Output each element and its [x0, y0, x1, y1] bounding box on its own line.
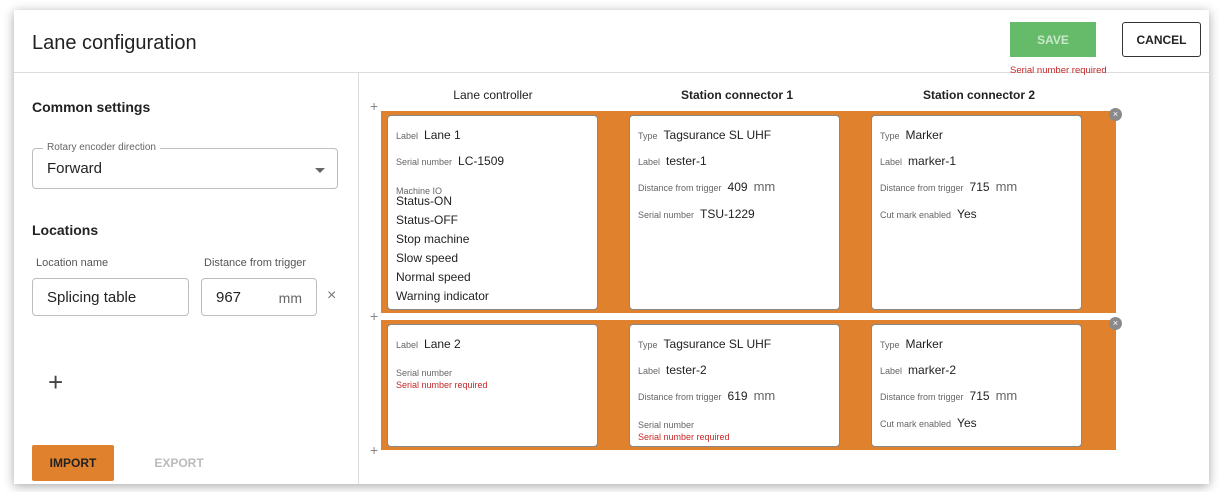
distance-caption: Distance from trigger — [880, 392, 964, 402]
type-caption: Type — [880, 340, 900, 350]
chevron-down-icon — [315, 168, 325, 173]
lane-row: Label Lane 1 Serial number LC-1509 Machine… — [381, 111, 1116, 313]
dialog-header: Lane configuration SAVE Serial number re… — [14, 10, 1209, 76]
serial-caption: Serial number — [638, 210, 695, 220]
machine-io-item: Stop machine — [396, 232, 470, 246]
label-caption: Label — [880, 366, 903, 376]
encoder-direction-value: Forward — [47, 160, 103, 177]
add-lane-above-icon[interactable]: + — [370, 98, 378, 114]
cut-mark-value: Yes — [957, 416, 977, 430]
distance-unit: mm — [753, 388, 776, 403]
station-distance: 715 — [969, 389, 990, 403]
machine-io-item: Normal speed — [396, 270, 471, 284]
station-label: tester-2 — [666, 363, 707, 377]
location-name-input[interactable]: Splicing table — [32, 278, 189, 316]
label-caption: Label — [396, 131, 419, 141]
station-distance: 715 — [969, 180, 990, 194]
remove-location-icon[interactable]: × — [327, 287, 336, 305]
column-header-station-1: Station connector 1 — [680, 88, 793, 102]
label-caption: Label — [396, 340, 419, 350]
station-serial: TSU-1229 — [700, 207, 755, 221]
distance-column: Distance from trigger — [204, 257, 307, 269]
add-location-icon[interactable]: + — [48, 367, 63, 398]
remove-lane-icon[interactable]: × — [1109, 317, 1122, 330]
lane-label: Lane 2 — [424, 337, 461, 351]
add-lane-between-icon[interactable]: + — [370, 308, 378, 324]
add-lane-below-icon[interactable]: + — [370, 442, 378, 458]
lane-label: Lane 1 — [424, 128, 461, 142]
station-label: marker-2 — [908, 363, 957, 377]
station-type: Tagsurance SL UHF — [663, 337, 772, 351]
distance-caption: Distance from trigger — [880, 183, 964, 193]
serial-caption: Serial number — [396, 157, 453, 167]
type-caption: Type — [880, 131, 900, 141]
cut-mark-caption: Cut mark enabled — [880, 210, 952, 220]
location-name-column: Location name — [36, 257, 109, 269]
station-connector-2-card[interactable]: Type Marker Label marker-1 Distance from t… — [871, 115, 1082, 310]
machine-io-item: Warning indicator — [396, 289, 489, 303]
serial-error: Serial number required — [396, 380, 488, 390]
location-name-value: Splicing table — [47, 289, 137, 306]
machine-io-item: Status-OFF — [396, 213, 459, 227]
dialog-title: Lane configuration — [32, 32, 197, 54]
station-distance: 409 — [727, 180, 748, 194]
station-type: Tagsurance SL UHF — [663, 128, 772, 142]
locations-heading: Locations — [32, 222, 99, 238]
lane-controller-card[interactable]: Label Lane 2 Serial number Serial number … — [387, 324, 598, 447]
location-distance-value: 967 — [216, 289, 242, 306]
machine-io-item: Slow speed — [396, 251, 459, 265]
station-distance: 619 — [727, 389, 748, 403]
location-distance-input[interactable]: 967 mm — [201, 278, 317, 316]
remove-lane-icon[interactable]: × — [1109, 108, 1122, 121]
location-distance-unit: mm — [278, 290, 302, 306]
station-connector-1-card[interactable]: Type Tagsurance SL UHF Label tester-2 Dist… — [629, 324, 840, 447]
label-caption: Label — [638, 366, 661, 376]
label-caption: Label — [880, 157, 903, 167]
type-caption: Type — [638, 340, 658, 350]
distance-unit: mm — [995, 179, 1018, 194]
cut-mark-caption: Cut mark enabled — [880, 419, 952, 429]
station-connector-2-card[interactable]: Type Marker Label marker-2 Distance from t… — [871, 324, 1082, 447]
distance-caption: Distance from trigger — [638, 183, 722, 193]
settings-panel: Common settings Rotary encoder direction… — [14, 72, 359, 484]
cut-mark-value: Yes — [957, 207, 977, 221]
common-settings-heading: Common settings — [32, 99, 151, 115]
station-type: Marker — [905, 128, 943, 142]
lane-configuration-dialog: Lane configuration SAVE Serial number re… — [14, 10, 1209, 484]
type-caption: Type — [638, 131, 658, 141]
station-type: Marker — [905, 337, 943, 351]
distance-unit: mm — [995, 388, 1018, 403]
distance-unit: mm — [753, 179, 776, 194]
save-button[interactable]: SAVE — [1010, 22, 1096, 57]
encoder-direction-select[interactable]: Rotary encoder direction Forward — [32, 142, 338, 189]
label-caption: Label — [638, 157, 661, 167]
station-label: marker-1 — [908, 154, 957, 168]
lane-row: Label Lane 2 Serial number Serial number … — [381, 320, 1116, 450]
column-header-lane-controller: Lane controller — [453, 88, 533, 102]
serial-error: Serial number required — [638, 432, 730, 442]
distance-caption: Distance from trigger — [638, 392, 722, 402]
lane-controller-card[interactable]: Label Lane 1 Serial number LC-1509 Machine… — [387, 115, 598, 310]
lane-serial: LC-1509 — [458, 154, 505, 168]
save-error-message: Serial number required — [1010, 65, 1107, 76]
station-connector-1-card[interactable]: Type Tagsurance SL UHF Label tester-1 Dist… — [629, 115, 840, 310]
export-button[interactable]: EXPORT — [138, 445, 220, 481]
encoder-direction-label: Rotary encoder direction — [43, 142, 160, 153]
machine-io-item: Status-ON — [396, 194, 453, 208]
import-button[interactable]: IMPORT — [32, 445, 114, 481]
column-header-station-2: Station connector 2 — [922, 88, 1035, 102]
cancel-button[interactable]: CANCEL — [1122, 22, 1201, 57]
station-label: tester-1 — [666, 154, 707, 168]
